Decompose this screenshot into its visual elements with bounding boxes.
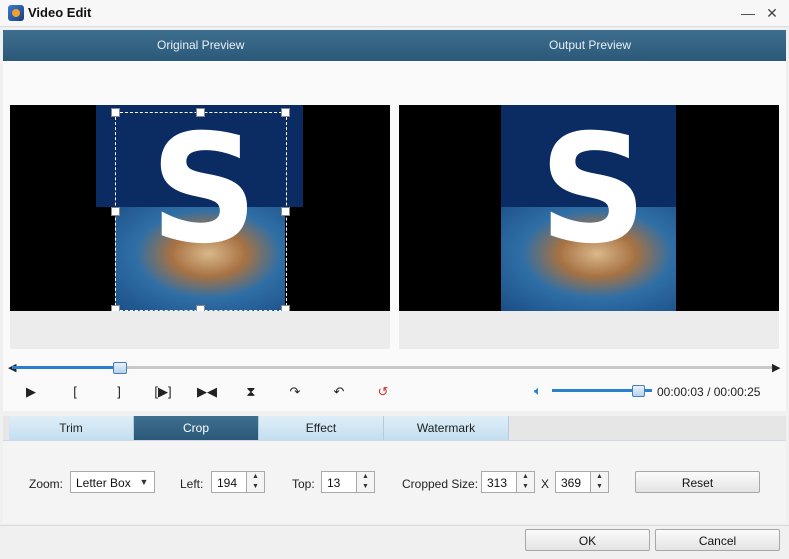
output-preview-label: Output Preview xyxy=(549,38,632,52)
tab-watermark[interactable]: Watermark xyxy=(384,416,509,440)
reset-rotate-icon[interactable]: ↺ xyxy=(372,382,394,402)
volume-thumb[interactable] xyxy=(632,385,645,397)
crop-rectangle[interactable] xyxy=(115,112,287,311)
close-button[interactable]: ✕ xyxy=(762,3,782,23)
play-icon[interactable]: ▶ xyxy=(20,382,42,402)
top-stepper[interactable]: ▲ ▼ xyxy=(357,471,375,493)
speaker-icon[interactable]: 🔈︎ xyxy=(534,383,550,399)
cancel-button[interactable]: Cancel xyxy=(655,529,780,551)
time-current: 00:00:03 xyxy=(657,385,704,399)
crop-handle-right[interactable] xyxy=(281,207,290,216)
mark-in-icon[interactable]: [ xyxy=(64,382,86,402)
time-readout: 00:00:03 / 00:00:25 xyxy=(657,385,760,399)
window-title: Video Edit xyxy=(28,5,92,20)
original-preview[interactable]: S xyxy=(10,105,390,311)
zoom-label: Zoom: xyxy=(29,477,64,491)
tab-trim[interactable]: Trim xyxy=(9,416,134,440)
cropped-size-label: Cropped Size: xyxy=(402,477,479,491)
timeline-end-marker[interactable]: ▶ xyxy=(772,361,780,374)
preview-area: S S xyxy=(3,61,786,411)
title-bar: Video Edit — ✕ xyxy=(0,0,789,27)
left-input[interactable]: 194 xyxy=(211,471,247,493)
step-icon[interactable]: ▶◀ xyxy=(196,382,218,402)
crop-height-stepper[interactable]: ▲ ▼ xyxy=(591,471,609,493)
output-preview-footer xyxy=(399,311,779,349)
rotate-right-icon[interactable]: ↷ xyxy=(284,382,306,402)
crop-width-stepper[interactable]: ▲ ▼ xyxy=(517,471,535,493)
size-separator: X xyxy=(541,477,550,491)
tab-crop[interactable]: Crop xyxy=(134,416,259,440)
reset-button[interactable]: Reset xyxy=(635,471,760,493)
timeline-track[interactable] xyxy=(12,362,776,374)
left-stepper[interactable]: ▲ ▼ xyxy=(247,471,265,493)
original-preview-footer xyxy=(10,311,390,349)
ok-button[interactable]: OK xyxy=(525,529,650,551)
left-label: Left: xyxy=(180,477,204,491)
crop-handle-top[interactable] xyxy=(196,108,205,117)
play-segment-icon[interactable]: [▶] xyxy=(150,382,176,402)
top-input[interactable]: 13 xyxy=(321,471,357,493)
crop-handle-top-left[interactable] xyxy=(111,108,120,117)
timeline-progress xyxy=(12,366,119,369)
time-separator: / xyxy=(707,385,711,399)
original-preview-label: Original Preview xyxy=(157,38,245,52)
minimize-button[interactable]: — xyxy=(738,3,758,23)
edit-tabs: Trim Crop Effect Watermark xyxy=(3,416,786,441)
timeline-thumb[interactable] xyxy=(113,362,127,374)
app-icon xyxy=(8,5,24,21)
time-total: 00:00:25 xyxy=(713,385,761,399)
crop-handle-left[interactable] xyxy=(111,207,120,216)
crop-width-input[interactable]: 313 xyxy=(481,471,517,493)
crop-handle-top-right[interactable] xyxy=(281,108,290,117)
crop-height-input[interactable]: 369 xyxy=(555,471,591,493)
flip-vertical-icon[interactable]: ⧗ xyxy=(240,382,262,402)
top-label: Top: xyxy=(292,477,315,491)
output-frame-letter: S xyxy=(539,105,648,277)
output-preview: S xyxy=(399,105,779,311)
chevron-down-icon[interactable]: ▼ xyxy=(134,471,154,493)
mark-out-icon[interactable]: ] xyxy=(108,382,130,402)
rotate-left-icon[interactable]: ↶ xyxy=(328,382,350,402)
preview-header: Original Preview Output Preview xyxy=(3,30,786,61)
tab-effect[interactable]: Effect xyxy=(259,416,384,440)
